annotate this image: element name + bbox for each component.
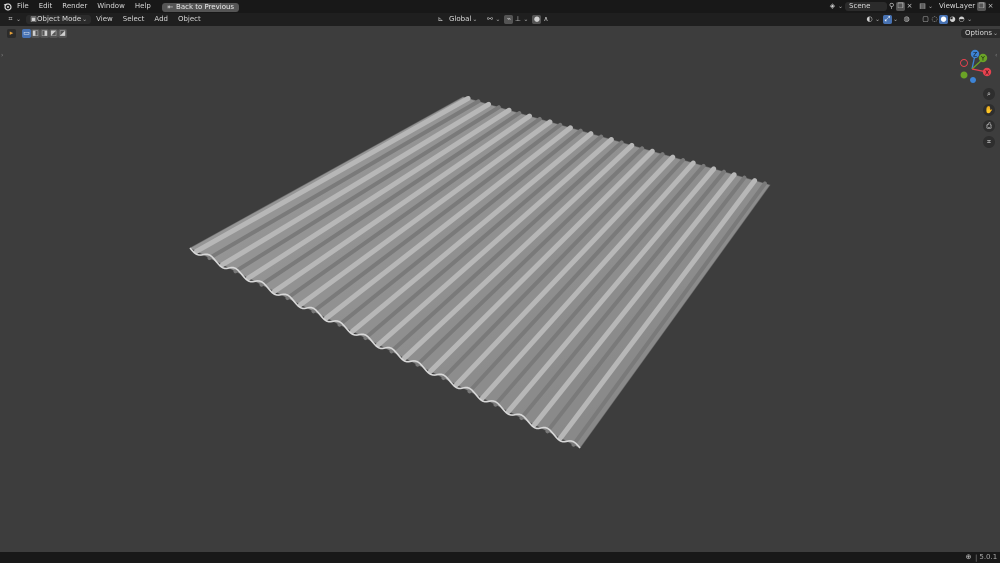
object-mode-icon: ▣ [30, 15, 37, 23]
back-to-previous-label: Back to Previous [176, 3, 235, 11]
solid-shading-icon[interactable]: ● [939, 15, 949, 24]
viewlayer-selector: ▤ ⌄ ViewLayer ❐ × [918, 0, 995, 13]
viewlayer-icon[interactable]: ▤ [918, 2, 927, 11]
chevron-down-icon: ⌄ [16, 16, 22, 23]
3d-viewport[interactable]: ▸ ▭ ◧ ◨ ◩ ◪ Options⌄ › ‹ Z Y X ⌕ ✋ ⎙ ⌗ [0, 26, 1000, 552]
pivot-point-icon[interactable]: ⚯ [485, 15, 494, 24]
navigation-gizmo[interactable]: Z Y X [954, 47, 1000, 83]
viewport-header-left: ⌗ ⌄ ▣ Object Mode ⌄ View Select Add Objec… [6, 13, 206, 26]
scene-icon[interactable]: ◈ [828, 2, 837, 11]
overlays-icon[interactable]: ◍ [902, 15, 911, 24]
3d-viewport-icon[interactable]: ⌗ [6, 15, 15, 24]
menu-render[interactable]: Render [57, 0, 92, 13]
menu-file[interactable]: File [12, 0, 34, 13]
viewlayer-field[interactable]: ViewLayer [935, 2, 978, 11]
menu-view[interactable]: View [91, 13, 118, 26]
object-mode-dropdown[interactable]: ▣ Object Mode ⌄ [26, 15, 92, 24]
scene-selector: ◈ ⌄ Scene ⚲ ❐ × [828, 0, 914, 13]
scene-field[interactable]: Scene [845, 2, 888, 11]
magnifier-icon[interactable]: ⌕ [983, 88, 995, 100]
neg-z-axis-icon[interactable] [970, 77, 976, 83]
chevron-down-icon: ⌄ [523, 16, 529, 23]
version-label: 5.0.1 [979, 553, 998, 561]
chevron-down-icon: ⌄ [838, 3, 844, 10]
chevron-down-icon: ⌄ [82, 16, 88, 23]
rendered-shading-icon[interactable]: ◓ [957, 15, 966, 24]
visibility-icon[interactable]: ◐ [865, 15, 874, 24]
chevron-down-icon: ⌄ [495, 16, 501, 23]
material-shading-icon[interactable]: ◕ [948, 15, 957, 24]
viewport-header: ⌗ ⌄ ▣ Object Mode ⌄ View Select Add Objec… [0, 13, 1000, 26]
chevron-down-icon: ⌄ [928, 3, 934, 10]
new-viewlayer-icon[interactable]: ❐ [977, 2, 987, 11]
y-axis-label: Y [980, 55, 985, 62]
blender-logo-icon[interactable] [3, 2, 12, 11]
snap-icon[interactable]: ⌁ [504, 15, 514, 24]
menu-window[interactable]: Window [92, 0, 130, 13]
transform-orientation-dropdown[interactable]: Global⌄ [445, 15, 481, 24]
transform-orientation-icon: ⊾ [437, 15, 444, 23]
neg-x-axis-icon[interactable] [960, 59, 968, 67]
transform-orientation-label: Global [449, 15, 472, 23]
hand-icon[interactable]: ✋ [983, 104, 995, 116]
chevron-down-icon: ⌄ [893, 16, 899, 23]
delete-viewlayer-icon[interactable]: × [986, 2, 995, 11]
menu-help[interactable]: Help [130, 0, 156, 13]
xray-icon[interactable]: ▢ [921, 15, 930, 24]
menu-add[interactable]: Add [149, 13, 173, 26]
neg-y-axis-icon[interactable] [960, 71, 968, 79]
top-menu: File Edit Render Window Help ⇤ Back to P… [3, 0, 240, 13]
delete-scene-icon[interactable]: × [905, 2, 914, 11]
viewport-header-right: ◐ ⌄ ⤢ ⌄ ◍ ▢ ◌ ● ◕ ◓ ⌄ [865, 13, 972, 26]
top-bar: File Edit Render Window Help ⇤ Back to P… [0, 0, 1000, 13]
wireframe-shading-icon[interactable]: ◌ [930, 15, 939, 24]
x-axis-label: X [985, 69, 989, 76]
proportional-edit-icon[interactable]: ● [532, 15, 542, 24]
status-right: ⊕ | 5.0.1 [964, 552, 998, 563]
back-to-previous-button[interactable]: ⇤ Back to Previous [161, 3, 240, 12]
status-separator: | [975, 553, 978, 562]
falloff-icon[interactable]: ∧ [541, 15, 550, 24]
z-axis-label: Z [973, 51, 977, 58]
new-scene-icon[interactable]: ❐ [896, 2, 906, 11]
chevron-down-icon: ⌄ [967, 16, 973, 23]
object-mode-label: Object Mode [37, 15, 82, 23]
status-bar: ⊕ | 5.0.1 [0, 552, 1000, 563]
menu-select[interactable]: Select [118, 13, 150, 26]
camera-icon[interactable]: ⎙ [983, 120, 995, 132]
menu-edit[interactable]: Edit [34, 0, 58, 13]
gizmo-icon[interactable]: ⤢ [883, 15, 893, 24]
corrugated-sheet[interactable] [189, 95, 771, 449]
menu-object[interactable]: Object [173, 13, 206, 26]
chevron-down-icon: ⌄ [875, 16, 881, 23]
snap-target-icon[interactable]: ⊥ [513, 15, 522, 24]
pin-icon[interactable]: ⚲ [887, 2, 896, 11]
back-icon: ⇤ [167, 3, 174, 11]
globe-icon: ⊕ [965, 553, 972, 561]
grid-perspective-icon[interactable]: ⌗ [983, 136, 995, 148]
chevron-down-icon: ⌄ [472, 16, 478, 23]
viewport-scene [189, 95, 771, 449]
viewport-header-center: ⊾ Global⌄ ⚯ ⌄ ⌁ ⊥ ⌄ ● ∧ [436, 13, 550, 26]
